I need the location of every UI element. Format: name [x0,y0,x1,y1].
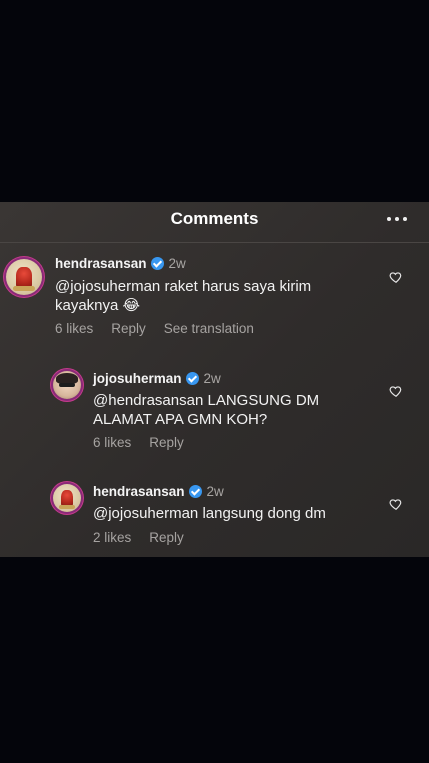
comments-header: Comments [0,202,429,243]
comment-time: 2w [206,484,224,499]
avatar[interactable] [6,259,42,295]
bottom-backdrop [0,557,429,763]
comment-item: hendrasansan 2w @jojosuherman raket harus… [0,242,429,342]
reply-button[interactable]: Reply [149,435,184,450]
top-backdrop [0,0,429,202]
comment-actions: 6 likes Reply [93,435,202,450]
comment-username[interactable]: jojosuherman 2w [93,371,221,386]
reply-button[interactable]: Reply [111,321,146,336]
reply-button[interactable]: Reply [149,530,184,545]
heart-icon[interactable] [389,270,403,284]
heart-icon[interactable] [389,384,403,398]
comments-panel: Comments hendrasansan 2w @jojosuherman ra… [0,202,429,557]
comment-username[interactable]: hendrasansan 2w [55,256,186,271]
comment-text: @hendrasansan LANGSUNG DM ALAMAT APA GMN… [93,392,320,428]
verified-icon [188,485,202,498]
likes-count[interactable]: 6 likes [93,435,131,450]
likes-count[interactable]: 2 likes [93,530,131,545]
comment-item: hendrasansan 2w @jojosuherman langsung do… [0,470,429,557]
username-text[interactable]: hendrasansan [93,484,185,499]
likes-count[interactable]: 6 likes [55,321,93,336]
comment-text: @jojosuherman raket harus saya kirim kay… [55,278,312,314]
verified-icon [185,372,199,385]
comment-actions: 6 likes Reply See translation [55,321,272,336]
page-title: Comments [170,209,259,228]
more-options-icon[interactable] [387,217,407,223]
username-text[interactable]: jojosuherman [93,371,182,386]
comment-time: 2w [168,256,186,271]
avatar[interactable] [53,484,81,512]
avatar[interactable] [53,371,81,399]
comment-actions: 2 likes Reply [93,530,202,545]
verified-icon [150,257,164,270]
username-text[interactable]: hendrasansan [55,256,147,271]
comment-item: jojosuherman 2w @hendrasansan LANGSUNG DM… [0,357,429,467]
comment-time: 2w [203,371,221,386]
comment-username[interactable]: hendrasansan 2w [93,484,224,499]
see-translation-link[interactable]: See translation [164,321,254,336]
comment-text: @jojosuherman langsung dong dm [93,505,326,522]
heart-icon[interactable] [389,497,403,511]
